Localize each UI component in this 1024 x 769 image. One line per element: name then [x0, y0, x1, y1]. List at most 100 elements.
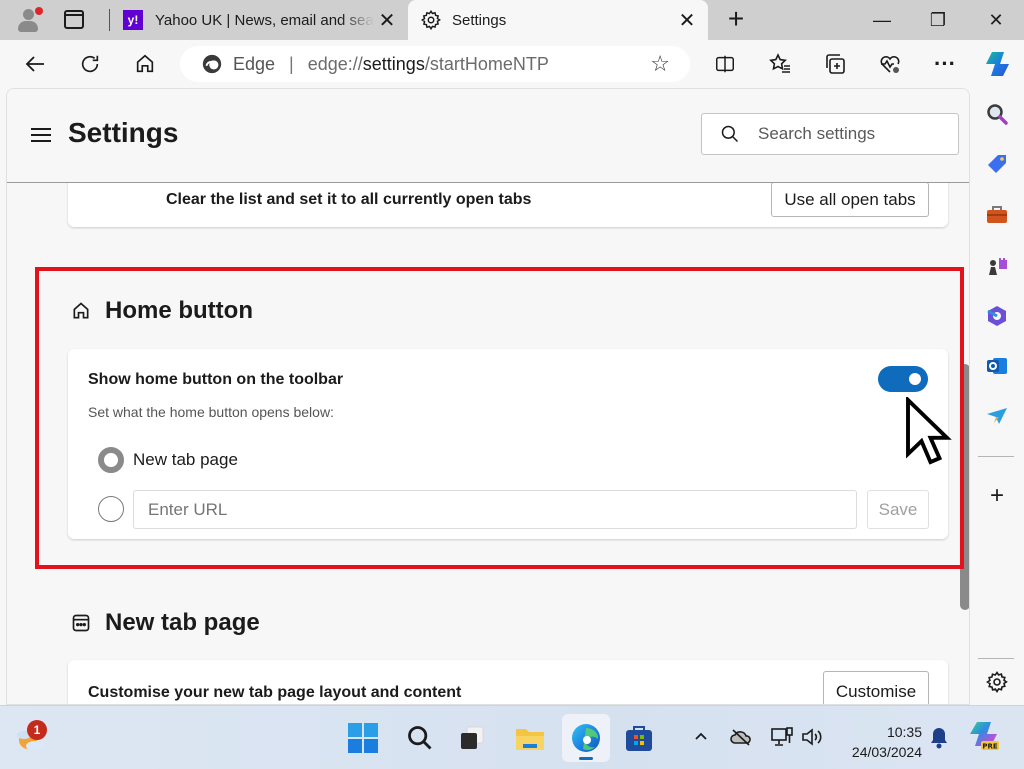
games-icon[interactable] — [985, 254, 1009, 278]
gear-icon — [420, 9, 441, 31]
new-tab-button[interactable]: + — [722, 5, 750, 34]
profile-avatar[interactable] — [14, 6, 43, 34]
edge-taskbar-button[interactable] — [562, 714, 610, 762]
favorites-icon — [769, 53, 790, 73]
microsoft-store-button[interactable] — [621, 720, 657, 756]
favorite-star-icon[interactable]: ☆ — [650, 51, 670, 77]
radio-custom-url[interactable] — [98, 496, 124, 522]
microsoft365-icon[interactable] — [985, 304, 1009, 328]
refresh-icon — [81, 55, 99, 73]
home-icon — [136, 54, 154, 73]
url-path: /startHomeNTP — [424, 53, 549, 74]
more-options-button[interactable]: ··· — [931, 50, 959, 78]
tab-strip: y! Yahoo UK | News, email and search ✕ S… — [0, 0, 1024, 40]
browser-essentials-button[interactable] — [876, 50, 904, 78]
home-url-input[interactable] — [133, 490, 857, 529]
outlook-icon[interactable] — [985, 354, 1009, 378]
clock-time: 10:35 — [886, 724, 922, 740]
page-title: Settings — [68, 117, 179, 148]
tab-actions-icon[interactable] — [64, 10, 84, 29]
ethernet-icon — [771, 727, 793, 746]
copilot-icon — [986, 52, 1009, 76]
copilot-pre-badge: PRE — [982, 743, 998, 751]
search-icon — [721, 125, 739, 143]
network-button[interactable] — [770, 726, 794, 753]
notifications-button[interactable] — [929, 726, 949, 755]
radio-new-tab-page-label[interactable]: New tab page — [133, 450, 238, 470]
home-button-subtext: Set what the home button opens below: — [88, 404, 334, 420]
sidebar-divider — [978, 456, 1014, 457]
file-explorer-button[interactable] — [512, 720, 548, 756]
store-bag-icon — [626, 726, 652, 751]
collections-button[interactable] — [821, 50, 849, 78]
tab-title: Yahoo UK | News, email and search — [155, 11, 374, 29]
edge-sidebar: + — [972, 88, 1024, 705]
customise-text: Customise your new tab page layout and c… — [88, 684, 462, 701]
page-scrollbar[interactable] — [960, 364, 969, 610]
search-icon[interactable] — [985, 102, 1009, 126]
address-bar[interactable]: Edge | edge://settings/startHomeNTP ☆ — [180, 46, 690, 82]
sidebar-settings-gear-icon[interactable] — [985, 670, 1009, 694]
tools-icon[interactable] — [985, 202, 1009, 226]
url-host: settings — [362, 53, 425, 74]
minimize-button[interactable]: — — [854, 0, 910, 40]
tab-yahoo[interactable]: y! Yahoo UK | News, email and search ✕ — [118, 0, 408, 40]
browser-toolbar: Edge | edge://settings/startHomeNTP ☆ ··… — [0, 40, 1024, 88]
heart-pulse-icon — [880, 55, 900, 73]
home-button-card: Show home button on the toolbar Set what… — [68, 349, 948, 539]
speaker-icon — [802, 728, 822, 746]
mouse-cursor-icon — [906, 397, 952, 465]
search-settings-input[interactable]: Search settings — [701, 113, 959, 155]
show-home-button-toggle[interactable] — [878, 366, 928, 392]
split-screen-icon — [716, 55, 734, 73]
url-text[interactable]: edge://settings/startHomeNTP — [308, 54, 549, 75]
onedrive-button[interactable] — [730, 728, 752, 751]
use-all-open-tabs-button[interactable]: Use all open tabs — [771, 182, 929, 217]
taskbar-search-button[interactable] — [402, 720, 438, 756]
task-view-button[interactable] — [454, 720, 490, 756]
close-window-button[interactable]: ✕ — [968, 0, 1024, 40]
toggle-label: Show home button on the toolbar — [88, 371, 344, 388]
close-tab-icon[interactable]: ✕ — [374, 8, 400, 33]
back-button[interactable] — [21, 50, 49, 78]
copilot-pre-icon: PRE — [970, 722, 999, 751]
new-tab-page-card: Customise your new tab page layout and c… — [68, 660, 948, 704]
open-tabs-text: Clear the list and set it to all current… — [166, 191, 532, 208]
avatar-head — [23, 9, 34, 20]
split-screen-button[interactable] — [711, 50, 739, 78]
settings-page: Settings Search settings Clear the list … — [6, 88, 970, 705]
tab-settings[interactable]: Settings ✕ — [408, 0, 708, 40]
shopping-tag-icon[interactable] — [985, 152, 1009, 176]
copilot-button[interactable] — [983, 49, 1013, 79]
add-sidebar-app-button[interactable]: + — [985, 482, 1009, 510]
show-hidden-icons-button[interactable] — [693, 728, 709, 749]
sidebar-divider — [978, 658, 1014, 659]
favorites-button[interactable] — [766, 50, 794, 78]
chevron-up-icon — [695, 732, 707, 740]
collections-icon — [826, 54, 845, 74]
customise-button[interactable]: Customise — [823, 671, 929, 704]
radio-new-tab-page[interactable] — [98, 447, 124, 473]
section-heading: New tab page — [105, 609, 260, 636]
volume-button[interactable] — [800, 726, 824, 753]
system-clock[interactable]: 10:35 24/03/2024 — [842, 722, 922, 762]
refresh-button[interactable] — [76, 50, 104, 78]
bell-icon — [931, 728, 947, 749]
weather-notification-badge: 1 — [27, 720, 47, 740]
home-button[interactable] — [131, 50, 159, 78]
drop-icon[interactable] — [985, 404, 1009, 428]
maximize-button[interactable]: ❐ — [910, 0, 966, 40]
tab-title: Settings — [452, 11, 507, 29]
menu-hamburger-icon[interactable] — [31, 128, 51, 142]
save-url-button[interactable]: Save — [867, 490, 929, 529]
settings-header: Settings Search settings — [7, 89, 969, 183]
folder-icon — [516, 729, 544, 750]
home-button-section-title: Home button — [71, 297, 253, 325]
start-button[interactable] — [345, 720, 381, 756]
close-tab-icon[interactable]: ✕ — [674, 8, 700, 33]
tab-separator — [109, 9, 110, 31]
windows-taskbar: 1 10:35 24/03/2024 PRE — [0, 705, 1024, 769]
copilot-taskbar-button[interactable]: PRE — [966, 718, 1002, 754]
back-arrow-icon — [25, 56, 44, 72]
section-heading: Home button — [105, 297, 253, 324]
